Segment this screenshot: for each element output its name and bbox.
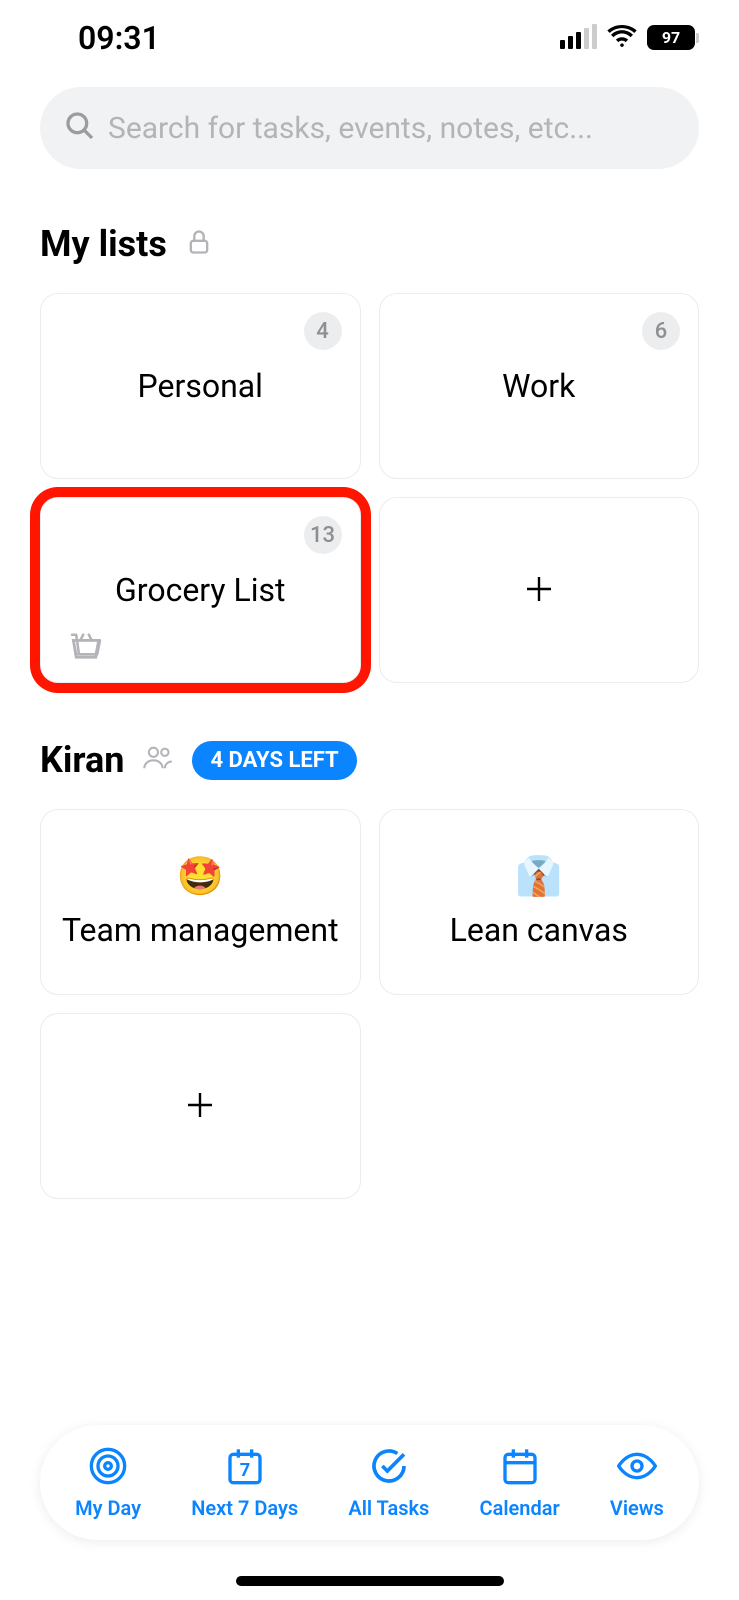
list-count-badge: 4 xyxy=(304,312,342,350)
search-icon xyxy=(64,110,96,146)
nav-label: Views xyxy=(610,1496,664,1520)
nav-label: Next 7 Days xyxy=(191,1496,298,1520)
necktie-emoji: 👔 xyxy=(515,855,562,899)
search-input[interactable] xyxy=(108,111,675,146)
nav-label: Calendar xyxy=(480,1496,560,1520)
main-content: My lists 4 Personal 6 Work 13 Grocery Li… xyxy=(0,169,739,1199)
kiran-header: Kiran 4 DAYS LEFT xyxy=(40,739,699,781)
cart-icon xyxy=(69,632,103,664)
kiran-title: Kiran xyxy=(40,739,124,781)
days-left-badge: 4 DAYS LEFT xyxy=(192,741,356,780)
list-card-personal[interactable]: 4 Personal xyxy=(40,293,361,479)
battery-icon: 97 xyxy=(647,25,699,50)
list-card-title: Grocery List xyxy=(115,571,286,609)
nav-next-7-days[interactable]: 7 Next 7 Days xyxy=(191,1446,298,1520)
search-bar[interactable] xyxy=(40,87,699,169)
my-lists-grid: 4 Personal 6 Work 13 Grocery List xyxy=(40,293,699,683)
list-card-grocery[interactable]: 13 Grocery List xyxy=(40,497,361,683)
my-lists-header: My lists xyxy=(40,223,699,265)
list-card-title: Lean canvas xyxy=(450,911,628,949)
list-card-title: Personal xyxy=(138,367,263,405)
list-card-work[interactable]: 6 Work xyxy=(379,293,700,479)
list-count-badge: 6 xyxy=(642,312,680,350)
plus-icon xyxy=(523,564,555,616)
nav-calendar[interactable]: Calendar xyxy=(480,1446,560,1520)
people-icon xyxy=(142,744,174,776)
eye-icon xyxy=(617,1446,657,1490)
add-list-card[interactable] xyxy=(40,1013,361,1199)
status-right: 97 xyxy=(560,25,699,51)
status-time: 09:31 xyxy=(78,19,160,57)
nav-my-day[interactable]: My Day xyxy=(75,1446,141,1520)
plus-icon xyxy=(184,1080,216,1132)
svg-text:7: 7 xyxy=(239,1460,250,1481)
calendar-icon xyxy=(500,1446,540,1490)
nav-views[interactable]: Views xyxy=(610,1446,664,1520)
nav-label: All Tasks xyxy=(348,1496,429,1520)
bottom-nav: My Day 7 Next 7 Days All Tasks xyxy=(40,1425,699,1540)
calendar-7-icon: 7 xyxy=(225,1446,265,1490)
kiran-grid: 🤩 Team management 👔 Lean canvas xyxy=(40,809,699,1199)
battery-level: 97 xyxy=(647,25,695,50)
nav-all-tasks[interactable]: All Tasks xyxy=(348,1446,429,1520)
target-icon xyxy=(88,1446,128,1490)
list-card-team-management[interactable]: 🤩 Team management xyxy=(40,809,361,995)
checkmark-circle-icon xyxy=(369,1446,409,1490)
my-lists-title: My lists xyxy=(40,223,167,265)
add-list-card[interactable] xyxy=(379,497,700,683)
home-indicator[interactable] xyxy=(236,1576,504,1586)
nav-label: My Day xyxy=(75,1496,141,1520)
lock-icon xyxy=(185,228,213,260)
list-count-badge: 13 xyxy=(304,516,342,554)
list-card-title: Team management xyxy=(62,911,339,949)
cellular-signal-icon xyxy=(560,27,597,49)
status-bar: 09:31 97 xyxy=(0,0,739,75)
star-struck-emoji: 🤩 xyxy=(177,855,224,899)
list-card-lean-canvas[interactable]: 👔 Lean canvas xyxy=(379,809,700,995)
wifi-icon xyxy=(607,25,637,51)
list-card-title: Work xyxy=(502,367,575,405)
